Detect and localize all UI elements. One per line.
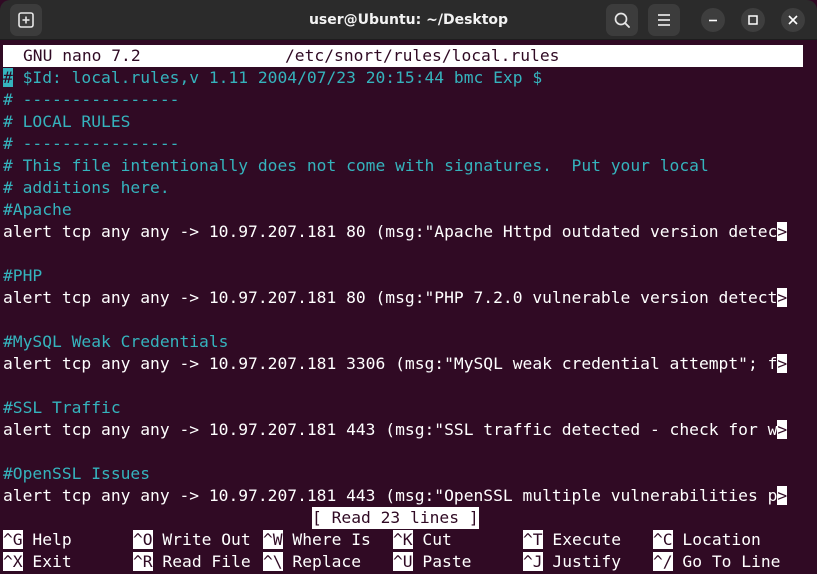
editor-line[interactable]: # ---------------- (3, 89, 179, 111)
terminal-window: user@Ubuntu: ~/Desktop GNU nano 7.2 /etc… (0, 0, 817, 574)
nano-version: GNU nano 7.2 (23, 46, 141, 65)
minimize-button[interactable] (701, 8, 725, 32)
truncation-marker: > (777, 420, 788, 439)
maximize-icon (748, 15, 758, 25)
truncation-marker: > (777, 288, 788, 307)
editor-line[interactable]: # This file intentionally does not come … (3, 155, 709, 177)
shortcut-exit[interactable]: ^X Exit (3, 551, 72, 573)
editor-line[interactable]: #OpenSSL Issues (3, 463, 150, 485)
editor-line[interactable]: alert tcp any any -> 10.97.207.181 3306 … (3, 353, 788, 375)
truncation-marker: > (777, 354, 788, 373)
editor-line[interactable]: # $Id: local.rules,v 1.11 2004/07/23 20:… (3, 67, 542, 89)
editor-line[interactable]: alert tcp any any -> 10.97.207.181 80 (m… (3, 287, 788, 309)
close-button[interactable] (781, 8, 805, 32)
editor-line[interactable]: #Apache (3, 199, 72, 221)
shortcut-where-is[interactable]: ^W Where Is (263, 529, 371, 551)
shortcut-paste[interactable]: ^U Paste (393, 551, 471, 573)
hamburger-menu-icon (658, 14, 670, 26)
shortcut-replace[interactable]: ^\ Replace (263, 551, 361, 573)
close-icon (788, 15, 798, 25)
truncation-marker: > (777, 222, 788, 241)
nano-filename: /etc/snort/rules/local.rules (285, 46, 560, 65)
truncation-marker: > (777, 486, 788, 505)
shortcut-write-out[interactable]: ^O Write Out (133, 529, 251, 551)
search-icon (614, 12, 630, 28)
shortcut-justify[interactable]: ^J Justify (523, 551, 621, 573)
shortcut-go-to-line[interactable]: ^/ Go To Line (653, 551, 780, 573)
shortcut-execute[interactable]: ^T Execute (523, 529, 621, 551)
nano-header-bar: GNU nano 7.2 /etc/snort/rules/local.rule… (3, 45, 803, 67)
editor-line[interactable]: # LOCAL RULES (3, 111, 130, 133)
shortcut-location[interactable]: ^C Location (653, 529, 761, 551)
editor-line[interactable]: alert tcp any any -> 10.97.207.181 443 (… (3, 485, 788, 507)
shortcut-read-file[interactable]: ^R Read File (133, 551, 251, 573)
editor-line[interactable]: #SSL Traffic (3, 397, 121, 419)
editor-line[interactable]: #PHP (3, 265, 42, 287)
window-title: user@Ubuntu: ~/Desktop (308, 12, 509, 28)
maximize-button[interactable] (741, 8, 765, 32)
shortcut-cut[interactable]: ^K Cut (393, 529, 452, 551)
editor-line[interactable]: alert tcp any any -> 10.97.207.181 443 (… (3, 419, 788, 441)
search-button[interactable] (606, 4, 638, 36)
title-bar[interactable]: user@Ubuntu: ~/Desktop (0, 0, 817, 40)
minimize-icon (709, 19, 717, 22)
status-message: [ Read 23 lines ] (312, 507, 479, 529)
shortcut-help[interactable]: ^G Help (3, 529, 72, 551)
menu-button[interactable] (648, 4, 680, 36)
text-cursor: # (3, 68, 13, 87)
editor-line[interactable]: # ---------------- (3, 133, 179, 155)
editor-line[interactable]: alert tcp any any -> 10.97.207.181 80 (m… (3, 221, 788, 243)
editor-line[interactable]: # additions here. (3, 177, 170, 199)
editor-line[interactable]: #MySQL Weak Credentials (3, 331, 228, 353)
